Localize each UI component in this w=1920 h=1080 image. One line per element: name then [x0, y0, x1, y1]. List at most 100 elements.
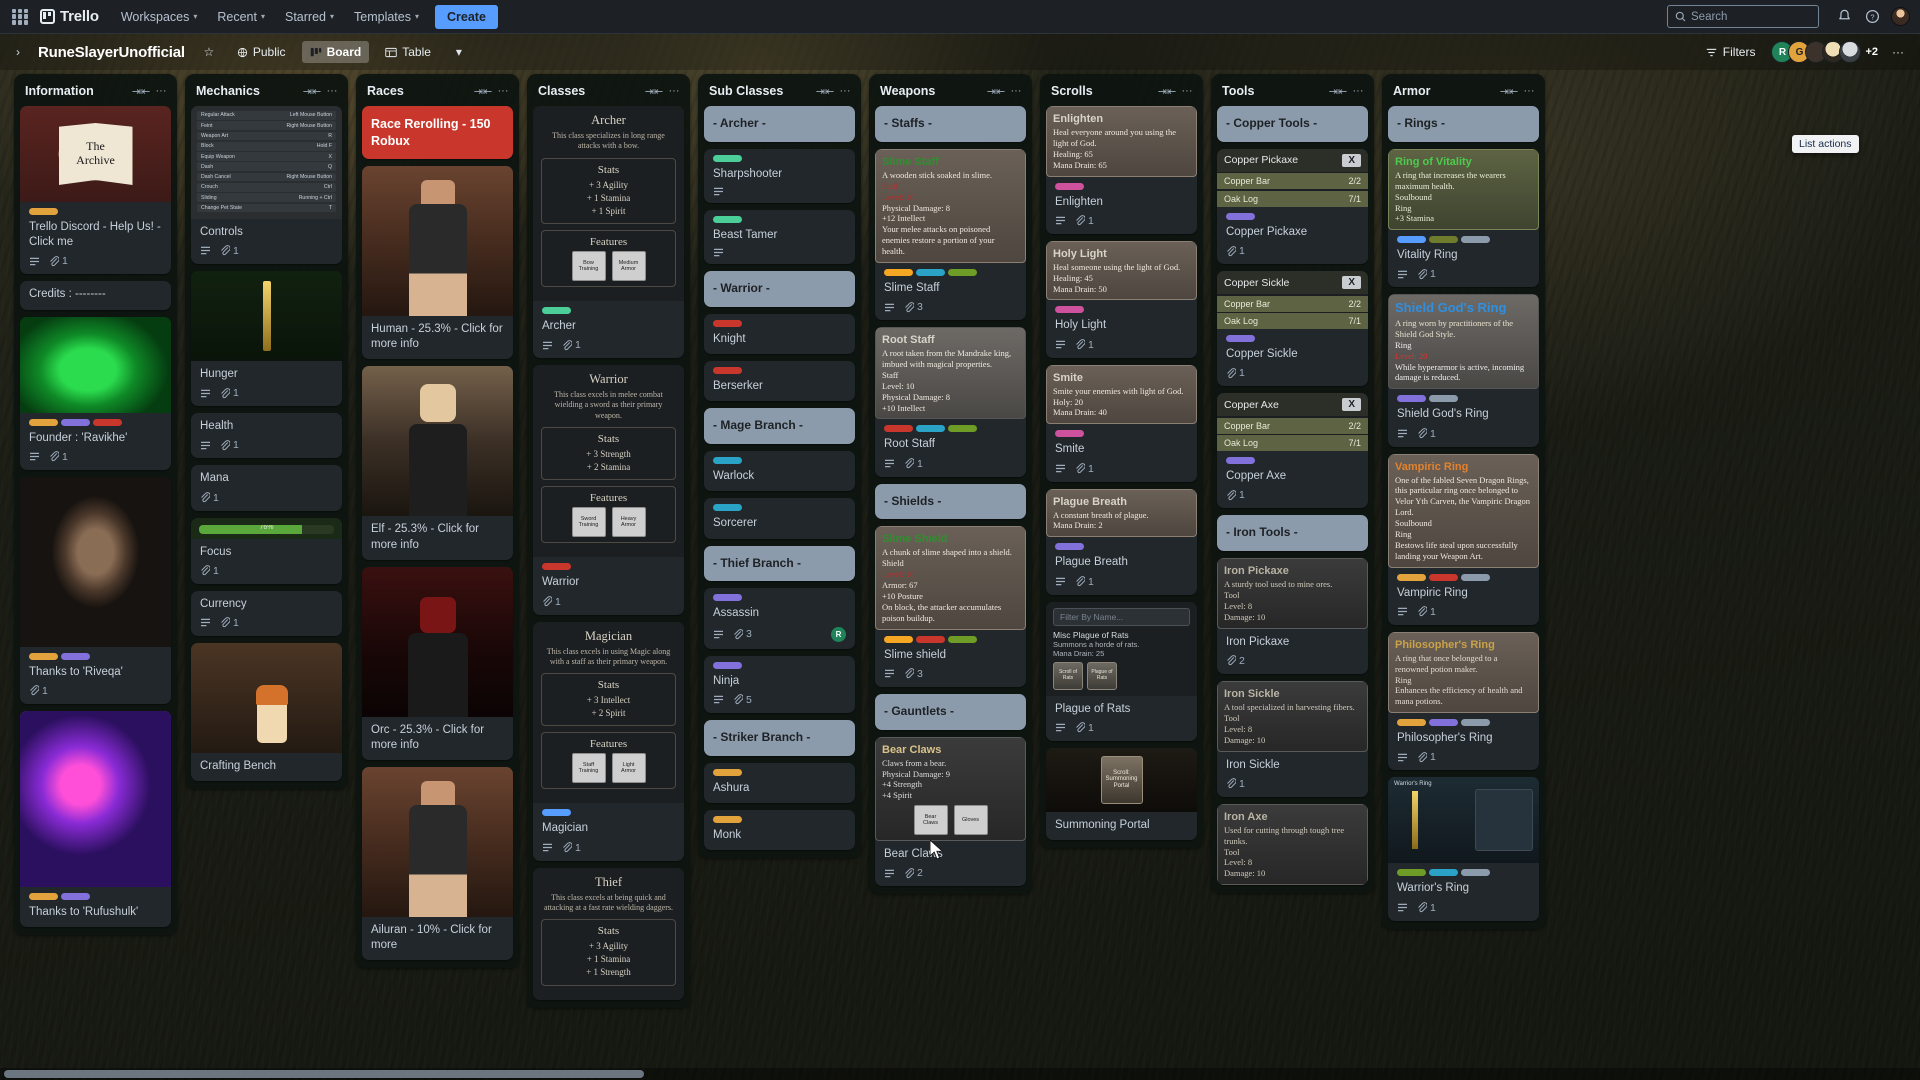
- card[interactable]: Root Staff A root taken from the Mandrake…: [875, 327, 1026, 477]
- card-label[interactable]: [1397, 719, 1426, 727]
- card-label[interactable]: [713, 768, 742, 776]
- card[interactable]: Knight: [704, 314, 855, 355]
- card[interactable]: - Iron Tools -: [1217, 515, 1368, 552]
- notification-bell-icon[interactable]: [1835, 8, 1853, 26]
- card-label[interactable]: [713, 216, 742, 223]
- card-label[interactable]: [1397, 573, 1426, 581]
- card[interactable]: - Mage Branch -: [704, 408, 855, 445]
- card-label[interactable]: [1055, 430, 1084, 438]
- card-label[interactable]: [1461, 573, 1490, 581]
- card-label[interactable]: [1429, 719, 1458, 727]
- card[interactable]: 76% Focus 1: [191, 517, 342, 584]
- card-label[interactable]: [61, 652, 90, 660]
- card[interactable]: Thanks to 'Rufushulk': [20, 710, 171, 928]
- card[interactable]: Shield God's Ring A ring worn by practiti…: [1388, 294, 1539, 447]
- card[interactable]: Holy Light Heal someone using the light o…: [1046, 240, 1197, 358]
- card-label[interactable]: [1461, 869, 1490, 877]
- card-label[interactable]: [1055, 182, 1084, 190]
- card[interactable]: Founder : 'Ravikhe' 1: [20, 316, 171, 470]
- collapse-list-icon[interactable]: ⇥⇤: [645, 83, 663, 99]
- list-title[interactable]: Sub Classes: [709, 84, 813, 98]
- board-overflow-menu-icon[interactable]: ···: [1886, 40, 1910, 64]
- card-label[interactable]: [1429, 236, 1458, 244]
- card-label[interactable]: [713, 320, 742, 327]
- card[interactable]: Sorcerer: [704, 498, 855, 539]
- help-circle-icon[interactable]: ?: [1863, 8, 1881, 26]
- card-label[interactable]: [1397, 236, 1426, 244]
- card[interactable]: The Archive Trello Discord - Help Us! - Cl…: [20, 106, 171, 275]
- card[interactable]: Iron Axe Used for cutting through tough t…: [1217, 803, 1368, 886]
- card[interactable]: - Copper Tools -: [1217, 106, 1368, 142]
- card-label[interactable]: [61, 418, 90, 426]
- collapse-list-icon[interactable]: ⇥⇤: [303, 83, 321, 99]
- card-label[interactable]: [29, 652, 58, 660]
- card[interactable]: - Thief Branch -: [704, 545, 855, 582]
- card[interactable]: Slime Shield A chunk of slime shaped into…: [875, 526, 1026, 687]
- card[interactable]: Monk: [704, 809, 855, 850]
- user-avatar[interactable]: [1891, 7, 1910, 26]
- list-actions-icon[interactable]: ···: [1350, 83, 1366, 99]
- list-title[interactable]: Races: [367, 84, 471, 98]
- card[interactable]: Thanks to 'Riveqa' 1: [20, 476, 171, 704]
- sidebar-expand-icon[interactable]: ›: [10, 39, 26, 65]
- card[interactable]: Filter By Name... Misc Plague of Rats Summ…: [1046, 601, 1197, 741]
- list-title[interactable]: Information: [25, 84, 129, 98]
- list-actions-icon[interactable]: ···: [666, 83, 682, 99]
- card[interactable]: Ailuran - 10% - Click for more: [362, 767, 513, 961]
- collapse-list-icon[interactable]: ⇥⇤: [474, 83, 492, 99]
- card-label[interactable]: [948, 268, 977, 276]
- card[interactable]: Magician This class excels in using Magic…: [533, 621, 684, 861]
- card-label[interactable]: [713, 661, 742, 669]
- card[interactable]: Credits : --------: [20, 281, 171, 310]
- card-member-avatar[interactable]: R: [831, 626, 846, 642]
- collapse-list-icon[interactable]: ⇥⇤: [1329, 83, 1347, 99]
- card-label[interactable]: [1226, 212, 1255, 220]
- card-label[interactable]: [713, 504, 742, 512]
- card-label[interactable]: [884, 268, 913, 276]
- list-title[interactable]: Tools: [1222, 84, 1326, 98]
- card-label[interactable]: [93, 418, 122, 426]
- card-label[interactable]: [916, 635, 945, 643]
- horizontal-scrollbar-thumb[interactable]: [4, 1070, 644, 1078]
- collapse-list-icon[interactable]: ⇥⇤: [1158, 83, 1176, 99]
- card-label[interactable]: [29, 208, 58, 215]
- apps-grid-icon[interactable]: [10, 7, 30, 27]
- card-label[interactable]: [1429, 573, 1458, 581]
- card-label[interactable]: [542, 563, 571, 571]
- card-label[interactable]: [713, 815, 742, 823]
- card[interactable]: Scroll: Summoning Portal Summoning Portal: [1046, 747, 1197, 840]
- list-actions-icon[interactable]: ···: [153, 83, 169, 99]
- nav-workspaces[interactable]: Workspaces ▾: [113, 5, 206, 29]
- card[interactable]: Copper Axe X Copper Bar 2/2 Oak Log 7/1 Copper…: [1217, 393, 1368, 509]
- card-label[interactable]: [713, 457, 742, 465]
- search-box[interactable]: Search: [1667, 5, 1819, 28]
- list-actions-icon[interactable]: ···: [495, 83, 511, 99]
- card[interactable]: Human - 25.3% - Click for more info: [362, 166, 513, 360]
- horizontal-scrollbar[interactable]: [0, 1068, 1920, 1080]
- card[interactable]: Mana 1: [191, 465, 342, 511]
- list-title[interactable]: Weapons: [880, 84, 984, 98]
- card[interactable]: Regular Attack Left Mouse Button Feint Righ…: [191, 106, 342, 264]
- visibility-public[interactable]: Public: [229, 41, 294, 63]
- card[interactable]: Ninja 5: [704, 655, 855, 713]
- card[interactable]: Ashura: [704, 762, 855, 803]
- card-label[interactable]: [713, 367, 742, 375]
- card[interactable]: Slime Staff A wooden stick soaked in slim…: [875, 148, 1026, 321]
- card[interactable]: Vampiric Ring One of the fabled Seven Dra…: [1388, 453, 1539, 625]
- search-input-placeholder[interactable]: Search: [1691, 11, 1727, 23]
- card-label[interactable]: [61, 892, 90, 900]
- card-label[interactable]: [1461, 719, 1490, 727]
- card-label[interactable]: [29, 892, 58, 900]
- filters-button[interactable]: Filters: [1697, 41, 1764, 63]
- card[interactable]: Assassin 3 R: [704, 588, 855, 649]
- list-title[interactable]: Classes: [538, 84, 642, 98]
- list-actions-icon[interactable]: ···: [1521, 83, 1537, 99]
- card[interactable]: Crafting Bench: [191, 642, 342, 782]
- card[interactable]: Plague Breath A constant breath of plague…: [1046, 488, 1197, 595]
- card[interactable]: Warlock: [704, 451, 855, 492]
- nav-recent[interactable]: Recent ▾: [209, 5, 273, 29]
- card-label[interactable]: [1461, 236, 1490, 244]
- card[interactable]: Warrior's Ring Warrior's Ring 1: [1388, 777, 1539, 921]
- nav-templates[interactable]: Templates ▾: [346, 5, 427, 29]
- card-label[interactable]: [948, 425, 977, 433]
